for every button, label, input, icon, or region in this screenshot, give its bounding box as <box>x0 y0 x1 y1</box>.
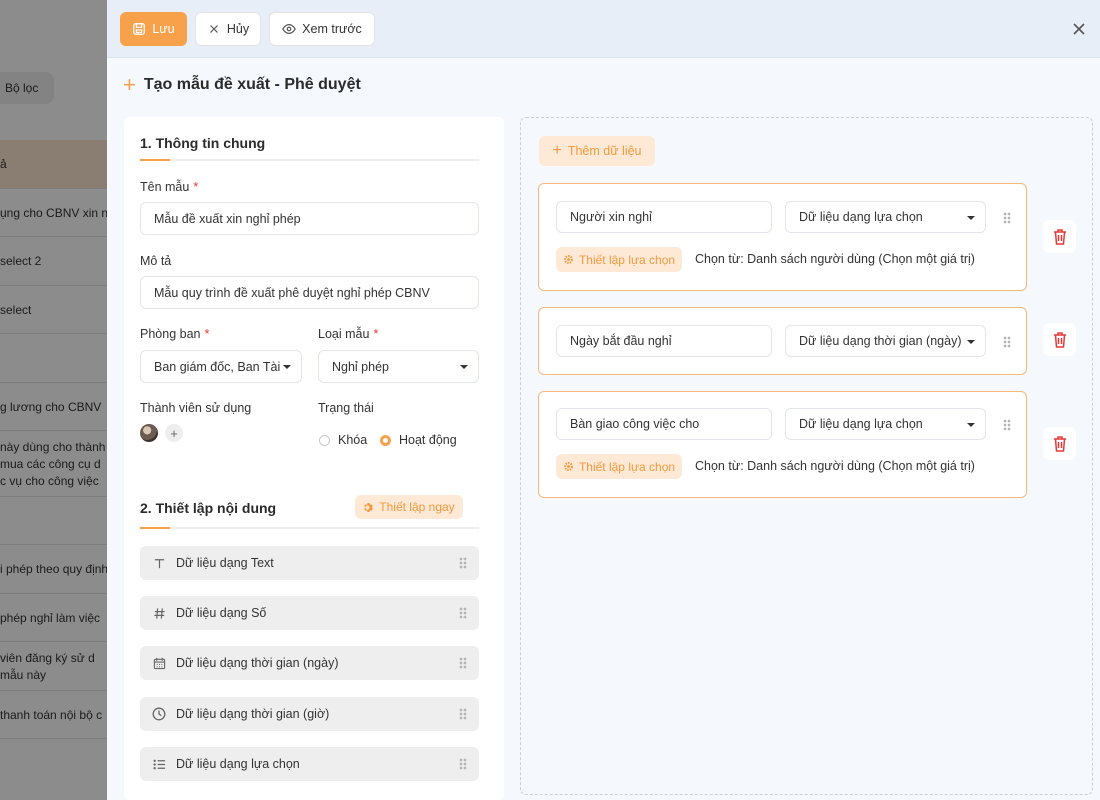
form-card: 1. Thông tin chung Tên mẫu * Mẫu đề xuất … <box>124 117 504 800</box>
drag-handle-icon[interactable] <box>459 708 467 720</box>
gear-icon <box>563 462 573 471</box>
delete-field-button[interactable] <box>1043 427 1076 460</box>
field-card: Bàn giao công việc cho Dữ liệu dạng lựa … <box>538 391 1027 498</box>
description-label: Mô tả <box>140 254 172 268</box>
modal-toolbar: Lưu Hủy Xem trước <box>107 0 1100 58</box>
chevron-down-icon <box>460 365 468 369</box>
add-member-button[interactable]: + <box>165 424 183 442</box>
calendar-icon <box>152 657 166 670</box>
drag-handle-icon[interactable] <box>459 607 467 619</box>
field-card: Người xin nghỉ Dữ liệu dạng lựa chọn Thi… <box>538 183 1027 291</box>
drag-handle-icon[interactable] <box>459 557 467 569</box>
drag-handle-icon[interactable] <box>1003 336 1011 348</box>
field-source-text: Chọn từ: Danh sách người dùng (Chọn một … <box>695 459 975 473</box>
field-type-select[interactable]: Dữ liệu dạng thời gian (ngày) <box>785 325 986 357</box>
field-builder-panel: + Thêm dữ liệu Người xin nghỉ Dữ liệu dạ… <box>520 117 1093 795</box>
drag-handle-icon[interactable] <box>1003 212 1011 224</box>
field-name-input[interactable]: Ngày bắt đầu nghỉ <box>556 325 772 357</box>
status-radio-active[interactable]: Hoạt động <box>380 433 457 447</box>
template-name-label: Tên mẫu * <box>140 180 199 194</box>
chevron-down-icon <box>283 365 291 369</box>
trash-icon <box>1053 228 1066 245</box>
template-type-label: Loại mẫu * <box>318 327 379 341</box>
setup-now-button[interactable]: Thiết lập ngay <box>355 495 463 519</box>
hash-icon <box>152 607 166 620</box>
field-type-select[interactable]: Dữ liệu dạng lựa chọn <box>785 408 986 440</box>
drag-handle-icon[interactable] <box>459 657 467 669</box>
section-divider <box>140 527 479 529</box>
field-type-select[interactable]: Dữ liệu dạng lựa chọn <box>785 201 986 233</box>
section-title-general: 1. Thông tin chung <box>140 135 266 151</box>
avatar[interactable] <box>140 424 158 442</box>
text-icon <box>152 557 166 570</box>
data-type-time[interactable]: Dữ liệu dạng thời gian (giờ) <box>140 697 479 731</box>
eye-icon <box>282 24 296 34</box>
description-input[interactable]: Mẫu quy trình đề xuất phê duyệt nghỉ phé… <box>140 276 479 309</box>
page-title: + Tạo mẫu đề xuất - Phê duyệt <box>123 72 361 97</box>
data-type-number[interactable]: Dữ liệu dạng Số <box>140 596 479 630</box>
data-type-text[interactable]: Dữ liệu dạng Text <box>140 546 479 580</box>
close-icon <box>1073 23 1085 35</box>
cancel-button[interactable]: Hủy <box>195 12 261 46</box>
modal-backdrop[interactable] <box>0 0 107 800</box>
status-radio-locked[interactable]: Khóa <box>319 433 367 447</box>
gear-icon <box>364 502 374 512</box>
plus-icon: + <box>552 142 562 159</box>
plus-icon: + <box>123 72 136 97</box>
department-select[interactable]: Ban giám đốc, Ban Tài <box>140 350 302 383</box>
drag-handle-icon[interactable] <box>459 758 467 770</box>
plus-icon: + <box>170 425 178 441</box>
delete-field-button[interactable] <box>1043 220 1076 253</box>
department-label: Phòng ban * <box>140 327 210 341</box>
chevron-down-icon <box>967 423 975 427</box>
gear-icon <box>563 255 573 264</box>
list-icon <box>152 758 166 771</box>
trash-icon <box>1053 331 1066 348</box>
data-type-choice[interactable]: Dữ liệu dạng lựa chọn <box>140 747 479 781</box>
trash-icon <box>1053 435 1066 452</box>
close-icon <box>209 25 218 33</box>
drag-handle-icon[interactable] <box>1003 419 1011 431</box>
field-source-text: Chọn từ: Danh sách người dùng (Chọn một … <box>695 252 975 266</box>
save-button[interactable]: Lưu <box>120 12 187 46</box>
data-type-date[interactable]: Dữ liệu dạng thời gian (ngày) <box>140 646 479 680</box>
status-label: Trạng thái <box>318 401 374 415</box>
template-name-input[interactable]: Mẫu đề xuất xin nghỉ phép <box>140 202 479 235</box>
preview-button[interactable]: Xem trước <box>269 12 375 46</box>
section-divider <box>140 159 479 161</box>
members-label: Thành viên sử dụng <box>140 401 252 415</box>
setup-choice-button[interactable]: Thiết lập lựa chọn <box>556 247 682 272</box>
field-card: Ngày bắt đầu nghỉ Dữ liệu dạng thời gian… <box>538 307 1027 375</box>
radio-checked <box>380 434 391 446</box>
delete-field-button[interactable] <box>1043 323 1076 356</box>
template-modal: Lưu Hủy Xem trước + Tạo mẫu đề xuất - Ph… <box>107 0 1100 800</box>
setup-choice-button[interactable]: Thiết lập lựa chọn <box>556 454 682 479</box>
radio-unchecked <box>319 434 330 446</box>
chevron-down-icon <box>967 340 975 344</box>
save-icon <box>133 23 146 35</box>
clock-icon <box>152 707 166 721</box>
add-data-button[interactable]: + Thêm dữ liệu <box>539 136 655 166</box>
chevron-down-icon <box>967 216 975 220</box>
field-name-input[interactable]: Bàn giao công việc cho <box>556 408 772 440</box>
template-type-select[interactable]: Nghỉ phép <box>318 350 479 383</box>
modal-close-button[interactable] <box>1068 18 1090 40</box>
section-title-content: 2. Thiết lập nội dung <box>140 500 277 516</box>
field-name-input[interactable]: Người xin nghỉ <box>556 201 772 233</box>
